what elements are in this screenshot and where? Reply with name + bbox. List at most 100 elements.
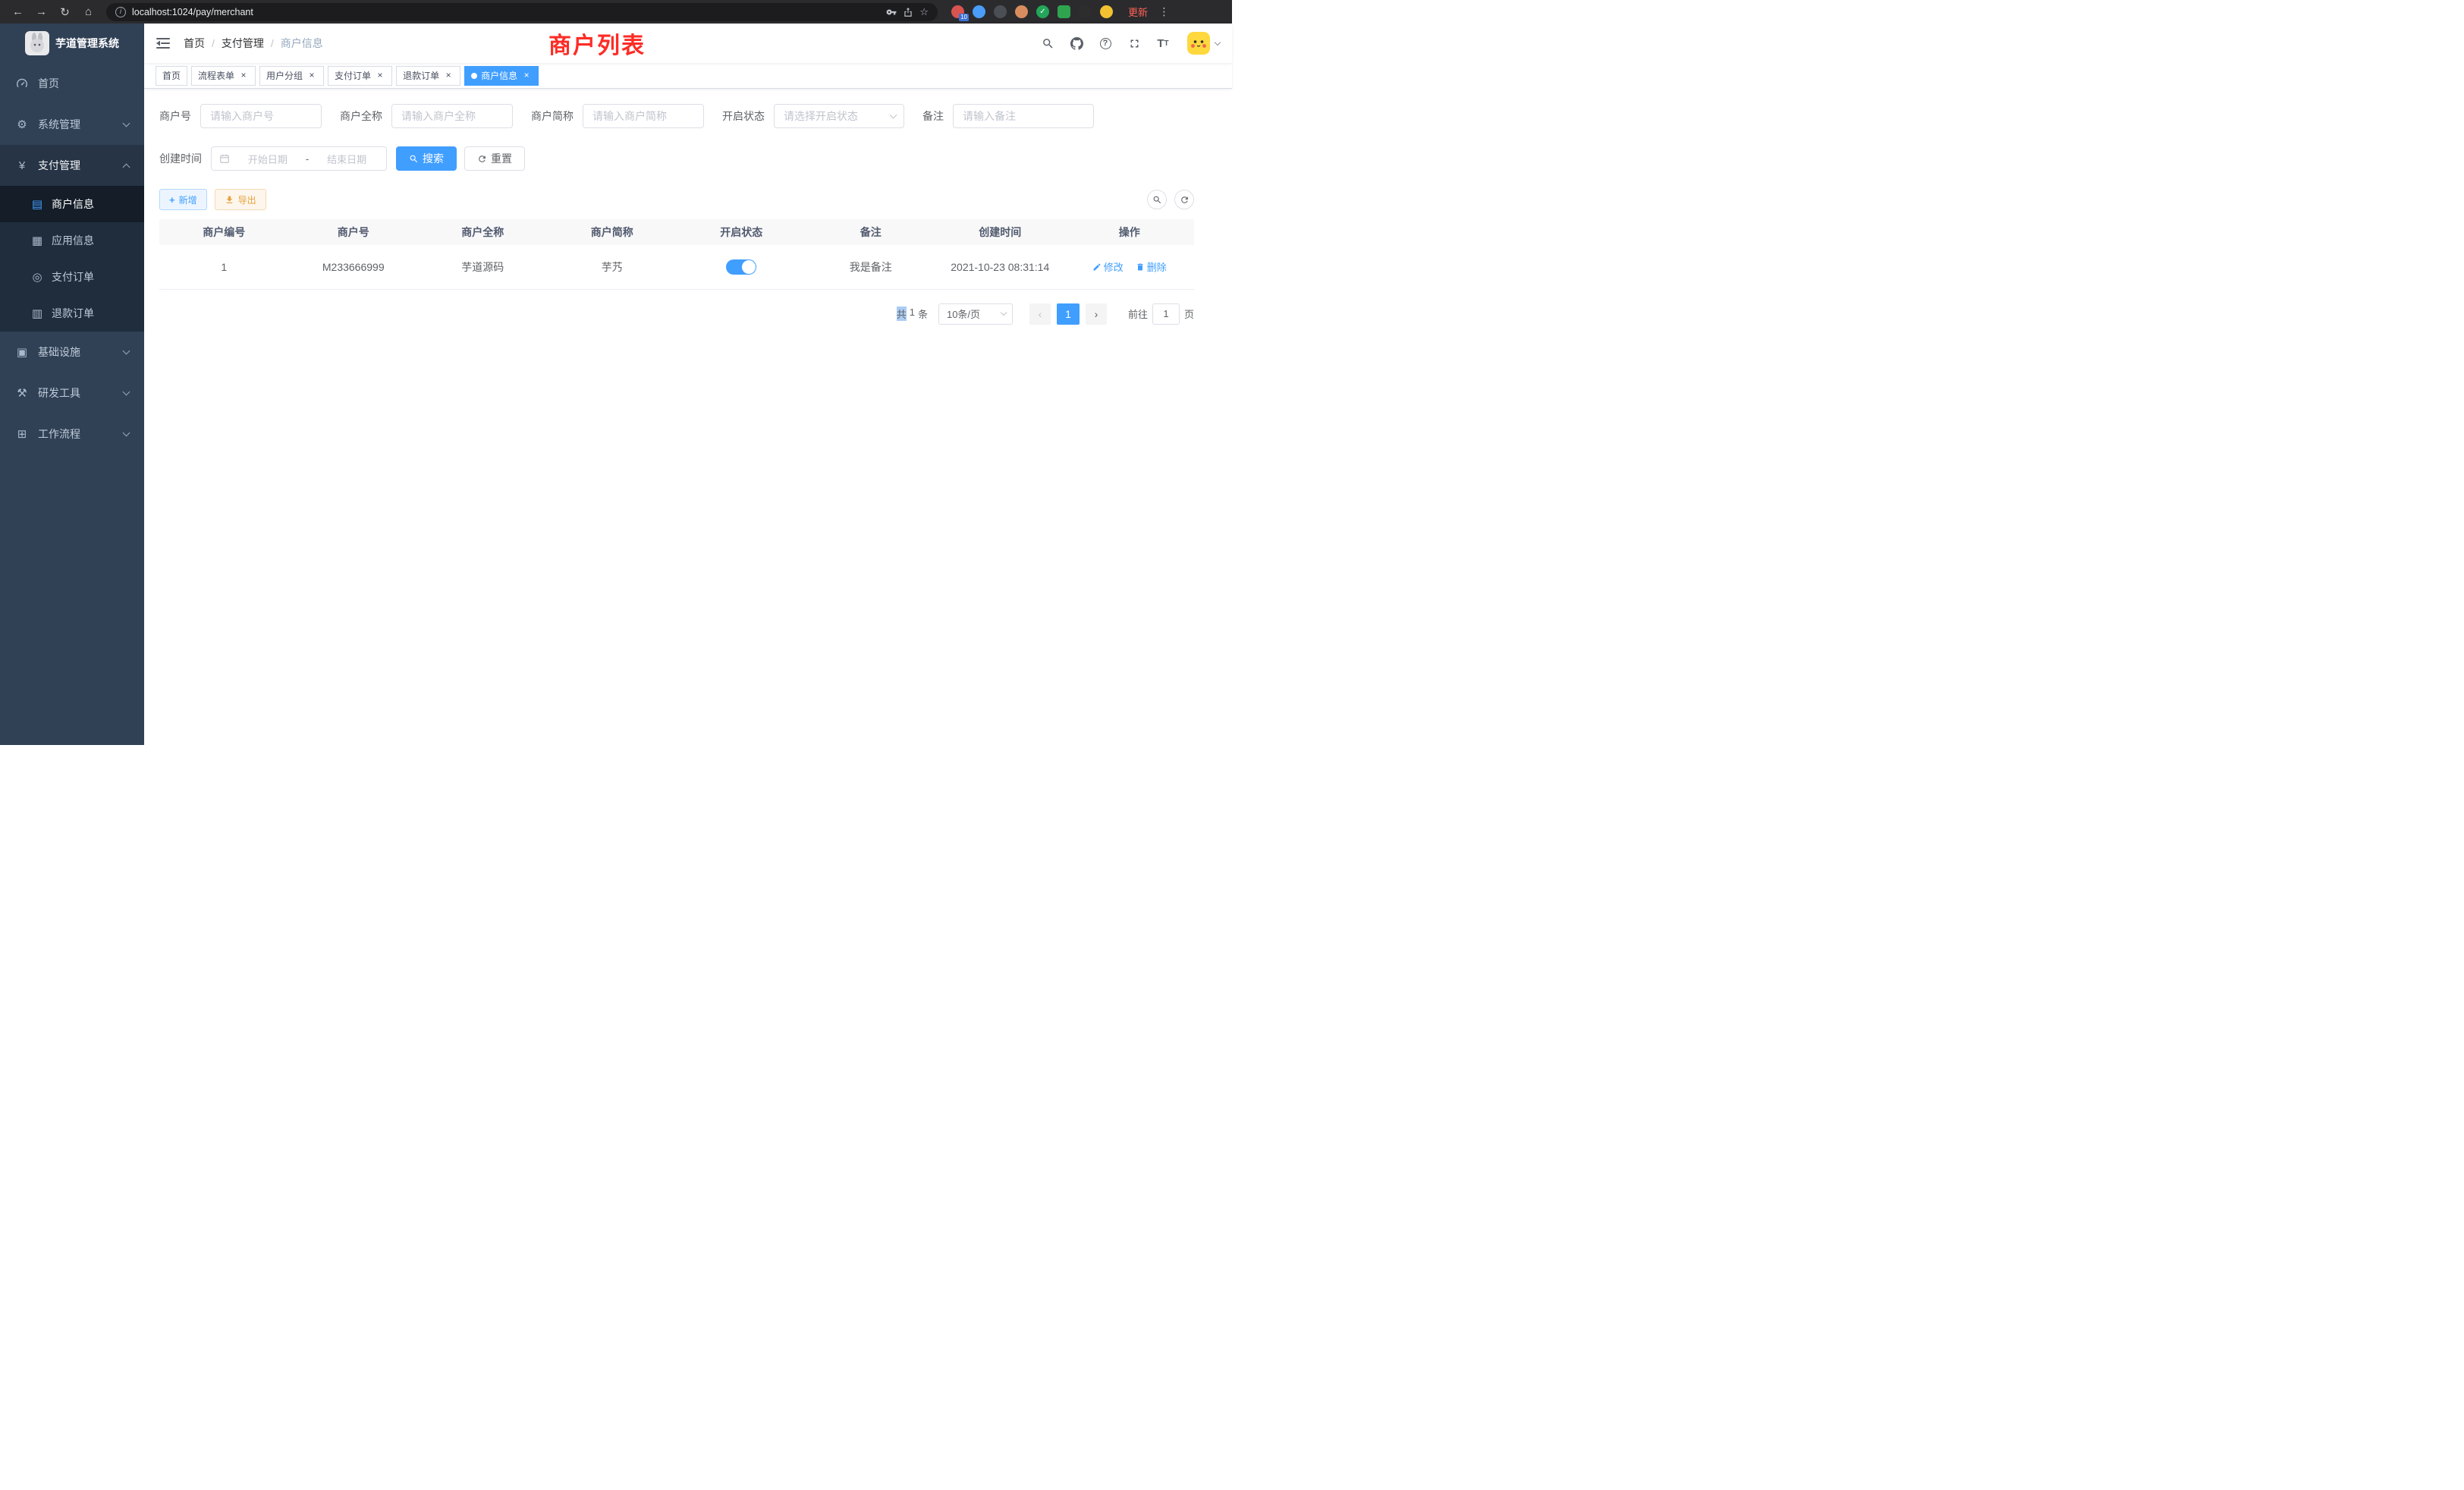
reload-icon[interactable]: ↻	[55, 3, 75, 21]
goto-page-input[interactable]	[1152, 303, 1180, 325]
chevron-down-icon	[123, 119, 130, 127]
table-header-row: 商户编号 商户号 商户全称 商户简称 开启状态 备注 创建时间 操作	[159, 219, 1194, 245]
sidebar-menu: 首页 ⚙ 系统管理 ¥ 支付管理 ▤ 商户信息	[0, 63, 144, 454]
refund-doc-icon: ▥	[30, 306, 44, 320]
bookmark-star-icon[interactable]: ☆	[919, 6, 929, 18]
sidebar-item-app-info[interactable]: ▦ 应用信息	[0, 222, 144, 259]
toggle-search-button[interactable]	[1147, 190, 1167, 209]
extension-icon-puzzle[interactable]	[1079, 5, 1092, 18]
sidebar-item-payment-order[interactable]: ◎ 支付订单	[0, 259, 144, 295]
tab-home[interactable]: 首页	[156, 66, 187, 86]
sidebar-item-system[interactable]: ⚙ 系统管理	[0, 104, 144, 145]
next-page-button[interactable]: ›	[1086, 303, 1107, 325]
forward-icon[interactable]: →	[31, 3, 52, 21]
merchant-no-input[interactable]	[200, 104, 322, 128]
sidebar-item-label: 工作流程	[38, 426, 80, 442]
filter-merchant-full-name: 商户全称	[340, 104, 513, 128]
end-date-placeholder[interactable]: 结束日期	[315, 152, 379, 166]
delete-link[interactable]: 删除	[1136, 259, 1167, 274]
app: 芋道管理系统 首页 ⚙ 系统管理	[0, 24, 1232, 745]
merchant-no-label: 商户号	[159, 108, 200, 124]
sidebar-item-workflow[interactable]: ⊞ 工作流程	[0, 413, 144, 454]
sidebar-item-infrastructure[interactable]: ▣ 基础设施	[0, 332, 144, 372]
current-page-button[interactable]: 1	[1057, 303, 1080, 325]
site-info-icon[interactable]: i	[115, 7, 126, 17]
refresh-table-button[interactable]	[1174, 190, 1194, 209]
search-icon	[1152, 195, 1162, 205]
close-icon[interactable]: ×	[443, 71, 454, 81]
merchant-card-icon: ▤	[30, 197, 44, 211]
help-icon[interactable]: ?	[1093, 31, 1117, 55]
export-button[interactable]: 导出	[215, 189, 266, 210]
create-time-label: 创建时间	[159, 151, 211, 166]
fullscreen-icon[interactable]	[1122, 31, 1146, 55]
status-toggle[interactable]	[726, 259, 756, 275]
add-button-label: 新增	[179, 193, 197, 206]
user-menu[interactable]	[1187, 32, 1220, 55]
browser-menu-icon[interactable]: ⋮	[1154, 3, 1174, 21]
extension-icon-avatar[interactable]	[1015, 5, 1028, 18]
extension-icon-notes[interactable]	[1058, 5, 1070, 18]
start-date-placeholder[interactable]: 开始日期	[236, 152, 300, 166]
browser-home-icon[interactable]: ⌂	[78, 3, 99, 21]
close-icon[interactable]: ×	[306, 71, 317, 81]
sidebar-item-label: 首页	[38, 76, 59, 91]
breadcrumb-home[interactable]: 首页	[184, 36, 205, 51]
github-icon[interactable]	[1064, 31, 1089, 55]
tab-payment-order[interactable]: 支付订单 ×	[328, 66, 392, 86]
goto-label: 前往	[1128, 306, 1148, 321]
app-logo[interactable]: 芋道管理系统	[0, 24, 144, 63]
sidebar-item-devtools[interactable]: ⚒ 研发工具	[0, 372, 144, 413]
extension-icon-pin[interactable]	[973, 5, 985, 18]
close-icon[interactable]: ×	[375, 71, 385, 81]
remark-input[interactable]	[953, 104, 1094, 128]
cell-remark: 我是备注	[806, 245, 936, 289]
sidebar-item-refund-order[interactable]: ▥ 退款订单	[0, 295, 144, 332]
pagination: 共 1 条 10条/页 ‹ 1 › 前往 页	[159, 303, 1194, 325]
reset-button[interactable]: 重置	[464, 146, 525, 171]
extension-icon-check[interactable]: ✓	[1036, 5, 1049, 18]
status-select[interactable]: 请选择开启状态	[774, 104, 904, 128]
col-short-name: 商户简称	[548, 219, 677, 245]
edit-link[interactable]: 修改	[1092, 259, 1124, 274]
extension-icon-shield[interactable]: 10	[951, 5, 964, 18]
merchant-full-name-input[interactable]	[391, 104, 513, 128]
pagination-total: 共 1 条	[897, 306, 928, 321]
dashboard-icon	[15, 77, 29, 90]
sidebar-item-payment[interactable]: ¥ 支付管理	[0, 145, 144, 186]
tab-label: 商户信息	[481, 69, 517, 82]
tab-user-group[interactable]: 用户分组 ×	[259, 66, 324, 86]
sidebar-item-label: 研发工具	[38, 385, 80, 401]
back-icon[interactable]: ←	[8, 3, 28, 21]
close-icon[interactable]: ×	[238, 71, 249, 81]
password-key-icon[interactable]	[886, 7, 897, 17]
extension-icon-dark[interactable]	[994, 5, 1007, 18]
close-icon[interactable]: ×	[521, 71, 532, 81]
sidebar-item-home[interactable]: 首页	[0, 63, 144, 104]
browser-update-button[interactable]: 更新	[1128, 5, 1148, 19]
font-size-icon[interactable]: TT	[1151, 31, 1175, 55]
refresh-icon	[1180, 195, 1190, 205]
add-button[interactable]: + 新增	[159, 189, 207, 210]
tab-merchant-info[interactable]: 商户信息 ×	[464, 66, 539, 86]
col-merchant-id: 商户编号	[159, 219, 289, 245]
search-button[interactable]: 搜索	[396, 146, 457, 171]
share-icon[interactable]	[903, 7, 913, 17]
hamburger-icon[interactable]	[156, 37, 170, 49]
delete-link-label: 删除	[1147, 259, 1167, 274]
cell-actions: 修改 删除	[1065, 245, 1195, 289]
workflow-icon: ⊞	[15, 427, 29, 441]
tab-refund-order[interactable]: 退款订单 ×	[396, 66, 460, 86]
breadcrumb-payment[interactable]: 支付管理	[222, 36, 264, 51]
reset-button-label: 重置	[491, 151, 512, 166]
tab-label: 首页	[162, 69, 181, 82]
merchant-short-name-input[interactable]	[583, 104, 704, 128]
prev-page-button[interactable]: ‹	[1029, 303, 1051, 325]
page-size-select[interactable]: 10条/页	[938, 303, 1013, 325]
url-bar[interactable]: i localhost:1024/pay/merchant ☆	[106, 3, 938, 21]
extension-icon-face[interactable]	[1100, 5, 1113, 18]
date-range-picker[interactable]: 开始日期 - 结束日期	[211, 146, 387, 171]
sidebar-item-merchant-info[interactable]: ▤ 商户信息	[0, 186, 144, 222]
search-icon[interactable]	[1036, 31, 1060, 55]
tab-process-form[interactable]: 流程表单 ×	[191, 66, 256, 86]
